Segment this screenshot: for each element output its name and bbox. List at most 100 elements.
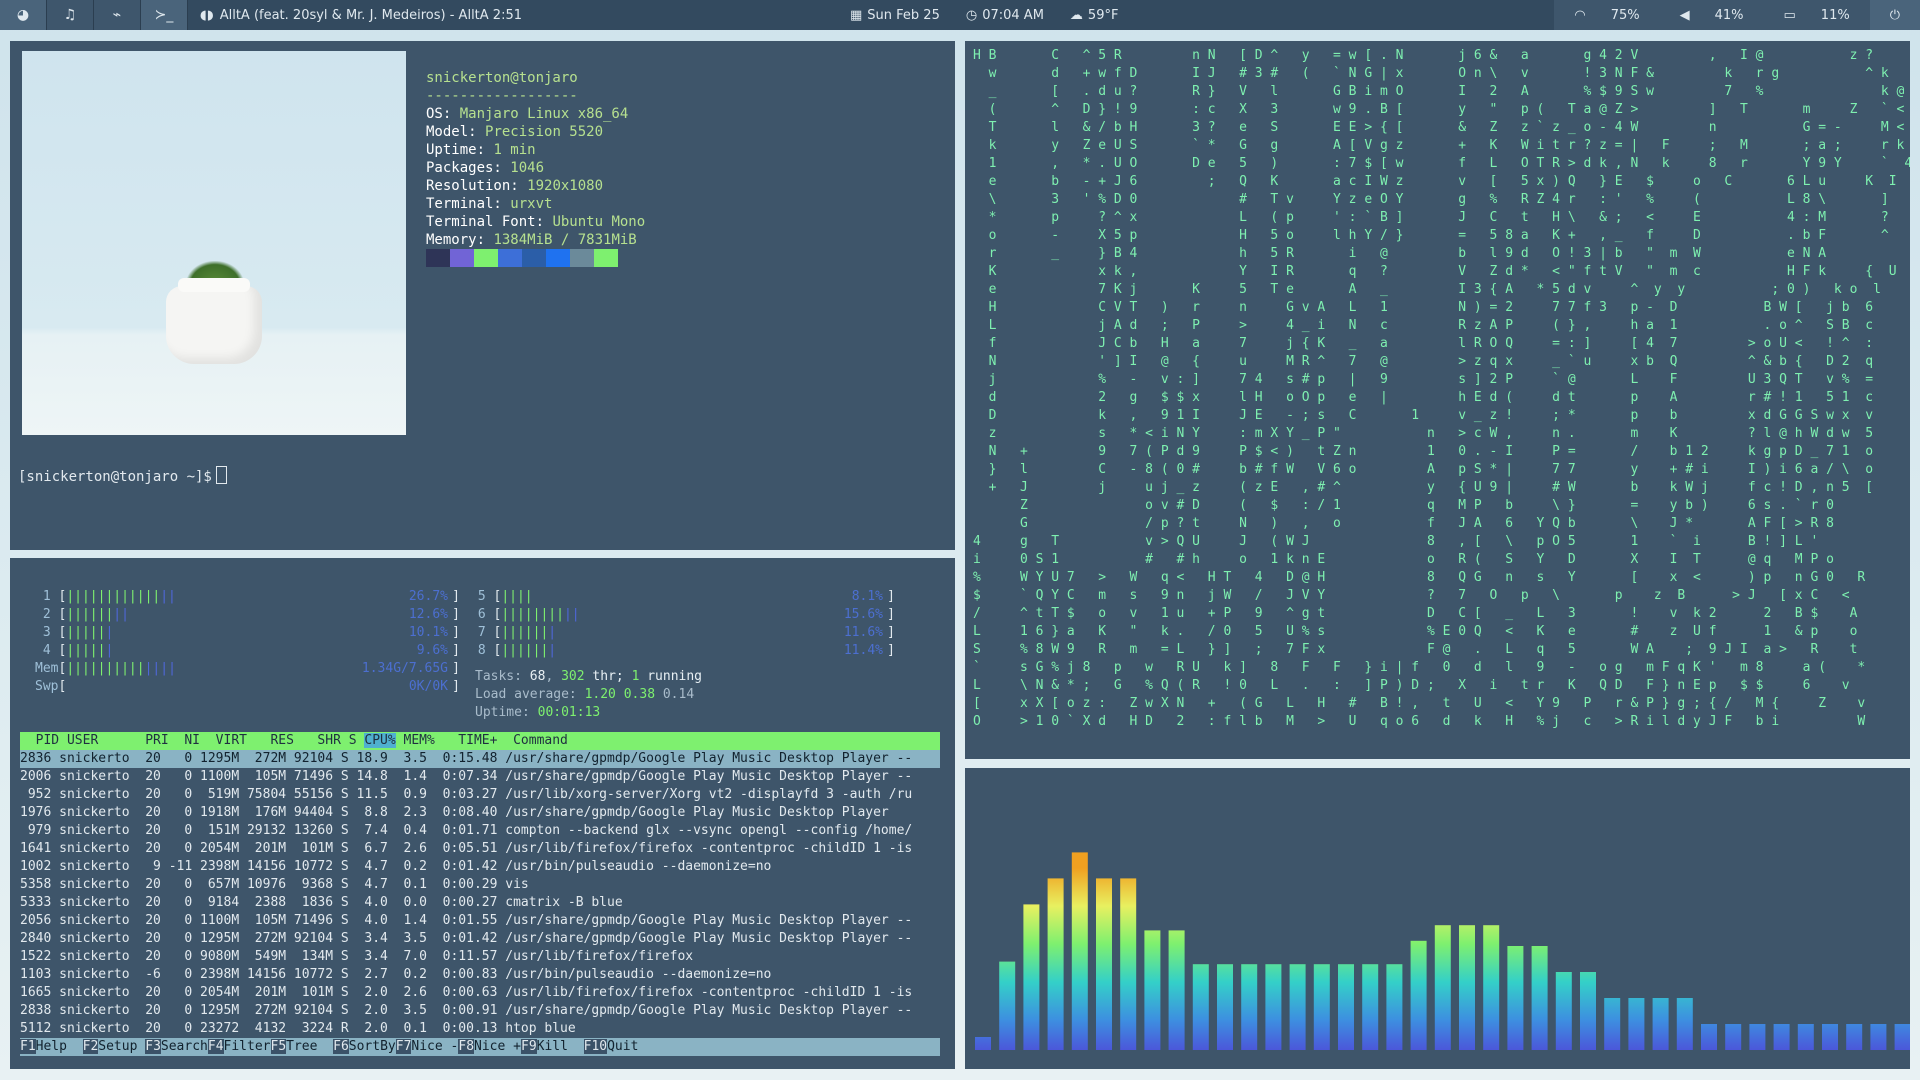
now-playing[interactable]: ◖◗ AlltA (feat. 20syl & Mr. J. Medeiros)… (200, 8, 522, 23)
color-swatch (450, 249, 474, 267)
process-row[interactable]: 5112 snickerto 20 0 23272 4132 3224 R 2.… (20, 1020, 940, 1038)
process-row[interactable]: 2836 snickerto 20 0 1295M 272M 92104 S 1… (20, 750, 940, 768)
meter-bar-used: |||| (501, 589, 533, 604)
process-row[interactable]: 1002 snickerto 9 -11 2398M 14156 10772 S… (20, 858, 940, 876)
visualizer-bar (1120, 878, 1137, 1050)
function-key-label: Filter (223, 1039, 271, 1054)
process-list: 2836 snickerto 20 0 1295M 272M 92104 S 1… (20, 750, 940, 1038)
load-15: 0.14 (662, 687, 695, 702)
meter-value: 12.6% (408, 607, 448, 622)
workspace-4[interactable]: ≻_ (141, 0, 188, 30)
info-value: 1384MiB / 7831MiB (493, 232, 637, 248)
process-row[interactable]: 2840 snickerto 20 0 1295M 272M 92104 S 3… (20, 930, 940, 948)
process-row[interactable]: 979 snickerto 20 0 151M 29132 13260 S 7.… (20, 822, 940, 840)
function-key[interactable]: F4 (207, 1039, 224, 1054)
header-columns: PID USER PRI NI VIRT RES SHR S (20, 733, 365, 748)
visualizer-bar (1604, 998, 1621, 1050)
visualizer-bar (1023, 904, 1040, 1050)
process-row[interactable]: 5358 snickerto 20 0 657M 10976 9368 S 4.… (20, 876, 940, 894)
meter-label: 5 (470, 589, 494, 604)
visualizer-bar (1362, 964, 1379, 1050)
uptime-value: 00:01:13 (537, 705, 601, 720)
meter-bar-used: |||||| (501, 625, 549, 640)
cpu-meter: Mem[|||||||||||||| 1.34G/7.65G] (35, 661, 460, 676)
meter-bar-used: |||||||||||| (66, 589, 161, 604)
function-key[interactable]: F6 (333, 1039, 349, 1054)
meter-label: 2 (35, 607, 59, 622)
process-row[interactable]: 2056 snickerto 20 0 1100M 105M 71496 S 4… (20, 912, 940, 930)
battery-text: 11% (1820, 7, 1850, 23)
sort-column-cpu[interactable]: CPU% (364, 733, 396, 748)
battery-block: ▭ 11% (1764, 8, 1870, 23)
meter-value: 15.6% (843, 607, 883, 622)
workspace-3[interactable]: ⌁ (94, 0, 141, 30)
visualizer-bar (1386, 964, 1403, 1050)
meter-bar-other: | (548, 625, 557, 640)
color-swatch (522, 249, 546, 267)
audio-visualizer-terminal[interactable] (965, 768, 1910, 1069)
htop-terminal[interactable]: 1 [|||||||||||||| 26.7%] 2 [|||||||| 12.6%… (10, 558, 955, 1069)
process-row[interactable]: 5333 snickerto 20 0 9184 2388 1836 S 4.0… (20, 894, 940, 912)
function-key-label: SortBy (348, 1039, 396, 1054)
info-value: 1 min (493, 142, 536, 158)
process-row[interactable]: 952 snickerto 20 0 519M 75804 55156 S 11… (20, 786, 940, 804)
workspace-2[interactable]: ♫ (47, 0, 94, 30)
visualizer-bar (1822, 1024, 1838, 1050)
meter-bar-used: |||||||||| (66, 661, 145, 676)
process-row[interactable]: 1103 snickerto -6 0 2398M 14156 10772 S … (20, 966, 940, 984)
visualizer-bar (1749, 1024, 1766, 1050)
function-key[interactable]: F1 (20, 1039, 36, 1054)
function-key[interactable]: F9 (521, 1039, 537, 1054)
process-row[interactable]: 2006 snickerto 20 0 1100M 105M 71496 S 1… (20, 768, 940, 786)
power-button[interactable]: ⏻ (1869, 0, 1920, 30)
info-value: urxvt (510, 196, 553, 212)
top-bar: ◕ ♫ ⌁ ≻_ ◖◗ AlltA (feat. 20syl & Mr. J. … (0, 0, 1920, 30)
meter-bar-other: |||| (144, 661, 176, 676)
process-table-header[interactable]: PID USER PRI NI VIRT RES SHR S CPU% MEM%… (20, 732, 940, 750)
meter-value: 8.1% (851, 589, 883, 604)
function-key[interactable]: F10 (583, 1039, 608, 1054)
function-key-label: Quit (607, 1039, 639, 1054)
function-key-label: Help (35, 1039, 83, 1054)
workspace-1[interactable]: ◕ (0, 0, 47, 30)
shell-prompt[interactable]: [snickerton@tonjaro ~]$ (18, 466, 227, 485)
leaf-icon: ⌁ (112, 7, 122, 23)
terminal-icon: ≻_ (154, 7, 174, 23)
color-swatch (546, 249, 570, 267)
weather-text: 59°F (1087, 7, 1119, 23)
wifi-text: 75% (1610, 7, 1640, 23)
task-summary: Tasks: 68, 302 thr; 1 running Load avera… (475, 669, 703, 720)
function-key[interactable]: F8 (458, 1039, 475, 1054)
function-key[interactable]: F5 (270, 1039, 287, 1054)
neofetch-terminal[interactable]: snickerton@tonjaro ------------------ OS… (10, 41, 955, 550)
wifi-block[interactable]: ◠ 75% (1554, 8, 1659, 23)
cmatrix-terminal[interactable]: H B C ^ 5 R n N [ D ^ y = w [ . N j 6 & … (965, 41, 1910, 759)
time-text: 07:04 AM (982, 7, 1044, 23)
meter-label: Mem (35, 661, 59, 676)
visualizer-bar (1192, 964, 1209, 1050)
process-row[interactable]: 1976 snickerto 20 0 1918M 176M 94404 S 8… (20, 804, 940, 822)
meter-bar-used: ||||| (66, 625, 106, 640)
volume-block[interactable]: ◀ 41% (1660, 8, 1764, 23)
process-row[interactable]: 1641 snickerto 20 0 2054M 201M 101M S 6.… (20, 840, 940, 858)
music-icon: ♫ (63, 7, 77, 23)
visualizer-bar (1265, 964, 1282, 1050)
info-key: Model: (426, 124, 486, 140)
visualizer-bar (1580, 972, 1596, 1050)
process-row[interactable]: 1522 snickerto 20 0 9080M 549M 134M S 3.… (20, 948, 940, 966)
visualizer-bar (1047, 878, 1064, 1050)
volume-text: 41% (1714, 7, 1744, 23)
process-row[interactable]: 2838 snickerto 20 0 1295M 272M 92104 S 2… (20, 1002, 940, 1020)
prompt-text: [snickerton@tonjaro ~]$ (18, 469, 212, 485)
volume-icon: ◀ (1679, 7, 1690, 23)
process-row[interactable]: 1665 snickerto 20 0 2054M 201M 101M S 2.… (20, 984, 940, 1002)
visualizer-bar (1434, 925, 1451, 1050)
threads-label: thr; (584, 669, 632, 684)
function-key-label: Kill (536, 1039, 584, 1054)
meter-value: 11.6% (843, 625, 883, 640)
function-key[interactable]: F7 (395, 1039, 412, 1054)
function-key-label: Search (160, 1039, 208, 1054)
function-key[interactable]: F3 (145, 1039, 161, 1054)
function-key[interactable]: F2 (82, 1039, 99, 1054)
visualizer-bar (1773, 1024, 1790, 1050)
